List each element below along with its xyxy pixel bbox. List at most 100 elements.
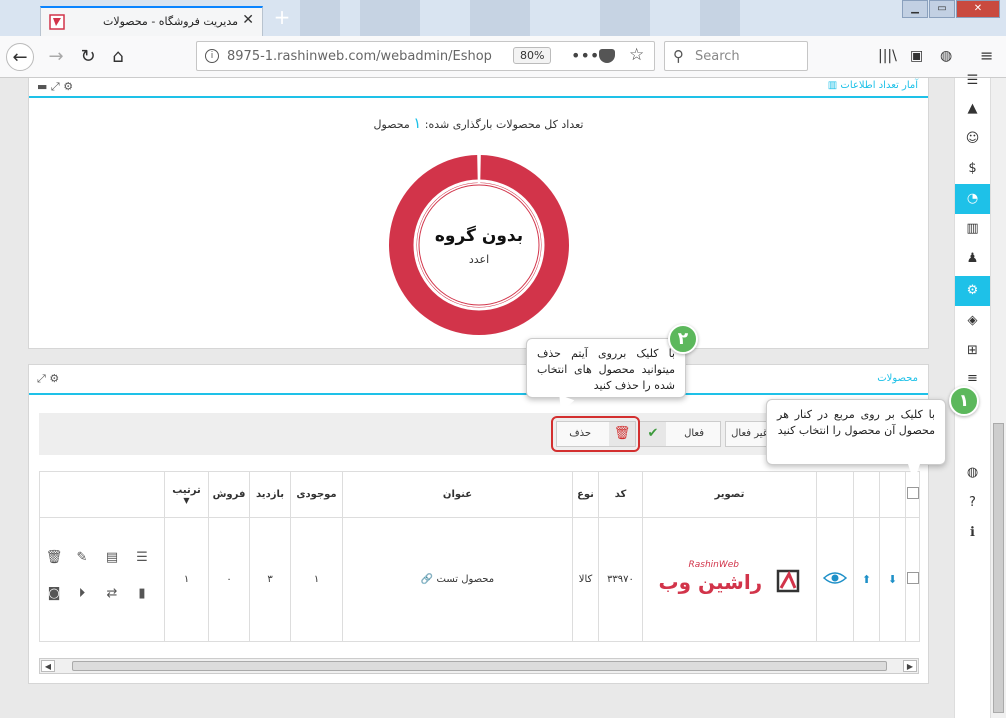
donut-chart: بدون گروه اعدد xyxy=(389,155,569,335)
vertical-scroll-thumb[interactable] xyxy=(993,423,1004,713)
total-prefix: تعداد کل محصولات بارگذاری شده: xyxy=(424,118,584,131)
sidebar-settings-icon[interactable]: ⚙ xyxy=(955,276,990,306)
expand-icon[interactable]: ⤢ xyxy=(37,372,46,385)
row-actions-cell: 🗑 ✎ ▤ ☰ ◙ ⏵ ⇄ ▮ xyxy=(39,517,165,642)
product-code: ۳۳۹۷۰ xyxy=(598,517,643,642)
move-up-cell: ⬆ xyxy=(853,517,880,642)
panel-accent-line xyxy=(29,393,928,395)
zoom-indicator[interactable]: 80% xyxy=(513,47,552,64)
sidebar-globe-icon[interactable]: ◍ xyxy=(955,458,990,488)
window-titlebar: مدیریت فروشگاه - محصولات ✕ + ▁ ▭ ✕ xyxy=(0,0,1006,36)
stats-title-text: آمار تعداد اطلاعات xyxy=(840,80,918,91)
donut-center-label: بدون گروه xyxy=(435,225,523,246)
link-icon: 🔗 xyxy=(420,574,434,585)
tab-close-icon[interactable]: ✕ xyxy=(242,12,254,28)
info-icon[interactable]: i xyxy=(205,49,219,63)
details-icon[interactable]: ▤ xyxy=(102,550,122,565)
scroll-thumb[interactable] xyxy=(72,661,887,671)
arrow-down-icon[interactable]: ⬇ xyxy=(888,573,897,586)
sidebar-info-icon[interactable]: ℹ xyxy=(955,518,990,548)
maximize-button[interactable]: ▭ xyxy=(929,0,955,18)
inactive-label: غیر فعال xyxy=(731,428,768,439)
forward-button[interactable]: → xyxy=(42,43,70,71)
product-stock: ۱ xyxy=(290,517,343,642)
delete-icon[interactable]: 🗑 xyxy=(44,550,64,565)
stats-panel-title: آمار تعداد اطلاعات ▥ xyxy=(828,80,918,91)
bookmark-star-icon[interactable]: ☆ xyxy=(629,45,644,65)
header-spacer xyxy=(879,471,906,518)
panel-tools: ▬ ⤢ ⚙ xyxy=(37,80,73,94)
search-bar[interactable]: ⚲ Search xyxy=(664,41,808,71)
edit-icon[interactable]: ✎ xyxy=(72,550,92,565)
tooltip-select-hint: با کلیک بر روی مربع در کنار هر محصول آن … xyxy=(766,399,946,465)
select-all-checkbox[interactable] xyxy=(906,487,919,499)
products-panel-title: محصولات xyxy=(877,373,918,384)
shuffle-icon[interactable]: ⇄ xyxy=(102,586,122,601)
play-icon[interactable]: ⏵ xyxy=(72,586,92,601)
view-cell xyxy=(816,517,854,642)
stats-panel: آمار تعداد اطلاعات ▥ ▬ ⤢ ⚙ تعداد کل محصو… xyxy=(28,78,929,349)
tooltip-two-text: با کلیک برروی آیتم حذف میتوانید محصول ها… xyxy=(537,347,675,392)
col-title: عنوان xyxy=(342,471,573,518)
sidebar-menu-icon[interactable]: ☰ xyxy=(955,66,990,96)
logo-sub-text: RashinWeb xyxy=(688,559,740,570)
sidebar-toggle-icon[interactable]: ▣ xyxy=(910,48,923,64)
col-order[interactable]: ترتیب ▼ xyxy=(164,471,209,518)
library-icon[interactable]: |||\ xyxy=(878,48,897,64)
browser-tab[interactable]: مدیریت فروشگاه - محصولات ✕ xyxy=(40,6,263,36)
tooltip-one-text: با کلیک بر روی مربع در کنار هر محصول آن … xyxy=(777,408,935,437)
window-controls: ▁ ▭ ✕ xyxy=(901,0,1000,18)
tooltip-one-pointer xyxy=(908,464,920,482)
total-suffix: محصول xyxy=(373,118,410,131)
menu-icon[interactable]: ≡ xyxy=(980,46,993,65)
scroll-right-arrow[interactable]: ▶ xyxy=(903,660,917,672)
active-button[interactable]: ✔ فعال xyxy=(639,421,721,447)
arrow-up-icon[interactable]: ⬆ xyxy=(862,573,871,586)
table-row: ⬇ ⬆ RashinWeb راشین وب ۳۳۹۷۰ کالا محصول … xyxy=(39,517,920,642)
settings-icon[interactable]: ⚙ xyxy=(49,372,59,385)
new-tab-button[interactable]: + xyxy=(270,6,294,30)
pocket-icon[interactable] xyxy=(599,49,615,63)
database-icon[interactable]: ☰ xyxy=(132,550,152,565)
table-header-row: تصویر کد نوع عنوان موجودی بازدید فروش تر… xyxy=(39,471,920,518)
pin-icon[interactable]: ▬ xyxy=(37,80,47,93)
globe-icon[interactable]: ◍ xyxy=(940,48,952,64)
bg-blur xyxy=(700,0,740,36)
col-sales: فروش xyxy=(208,471,250,518)
settings-icon[interactable]: ⚙ xyxy=(63,80,73,93)
home-button[interactable]: ⌂ xyxy=(104,43,132,71)
reload-button[interactable]: ↻ xyxy=(74,43,102,71)
sidebar-windows-icon[interactable]: ⊞ xyxy=(955,336,990,366)
expand-icon[interactable]: ⤢ xyxy=(51,80,60,93)
product-order: ۱ xyxy=(164,517,209,642)
sidebar-users-icon[interactable]: ☺ xyxy=(955,124,990,154)
row-select-cell xyxy=(905,517,920,642)
col-views: بازدید xyxy=(249,471,291,518)
vertical-scrollbar[interactable] xyxy=(990,78,1006,718)
horizontal-scrollbar[interactable]: ◀ ▶ xyxy=(39,658,919,674)
chart-icon: ▥ xyxy=(827,80,838,91)
minimize-button[interactable]: ▁ xyxy=(902,0,928,18)
product-title[interactable]: محصول تست xyxy=(437,574,495,585)
col-type: نوع xyxy=(572,471,599,518)
header-spacer xyxy=(816,471,854,518)
sidebar-bar-chart-icon[interactable]: ▥ xyxy=(955,214,990,244)
scroll-left-arrow[interactable]: ◀ xyxy=(41,660,55,672)
sidebar-help-icon[interactable]: ? xyxy=(955,488,990,518)
sidebar-tags-icon[interactable]: ◈ xyxy=(955,306,990,336)
back-button[interactable]: ← xyxy=(6,43,34,71)
sidebar-dollar-icon[interactable]: $ xyxy=(955,154,990,184)
eye-icon[interactable] xyxy=(822,571,848,585)
sidebar-user-icon[interactable]: ♟ xyxy=(955,244,990,274)
close-window-button[interactable]: ✕ xyxy=(956,0,1000,18)
page-actions-icon[interactable]: ••• xyxy=(571,46,599,65)
sidebar-pie-chart-icon[interactable]: ◔ xyxy=(955,184,990,214)
sidebar-road-icon[interactable]: ▲ xyxy=(955,94,990,124)
row-checkbox[interactable] xyxy=(906,572,919,584)
address-bar[interactable]: i 8975-1.rashinweb.com/webadmin/Eshop 80… xyxy=(196,41,655,71)
product-views: ۳ xyxy=(249,517,291,642)
header-spacer xyxy=(853,471,880,518)
camera-icon[interactable]: ◙ xyxy=(44,586,64,601)
product-image-cell: RashinWeb راشین وب xyxy=(642,517,817,642)
bar-chart-icon[interactable]: ▮ xyxy=(132,586,152,601)
